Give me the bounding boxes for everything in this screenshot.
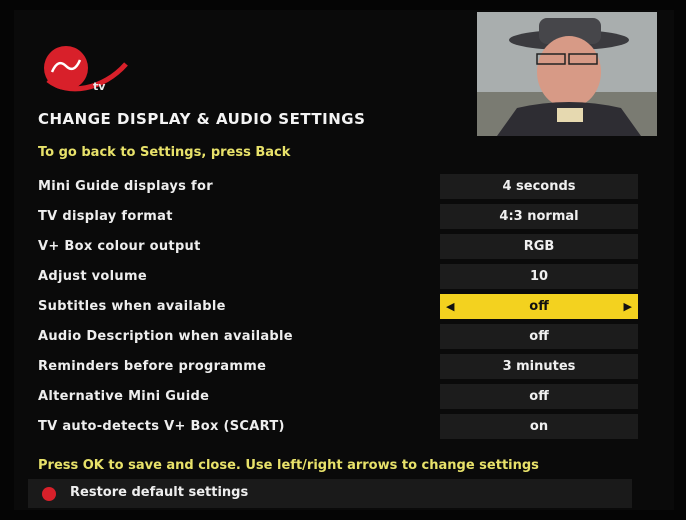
setting-label: TV auto-detects V+ Box (SCART) (38, 419, 285, 434)
setting-value[interactable]: 4 seconds (440, 174, 638, 199)
live-tv-preview (477, 12, 657, 136)
setting-value[interactable]: 3 minutes (440, 354, 638, 379)
setting-value-text: on (529, 419, 549, 434)
page-title: CHANGE DISPLAY & AUDIO SETTINGS (38, 110, 366, 128)
restore-defaults-button[interactable]: Restore default settings (28, 479, 632, 508)
setting-value-text: 4:3 normal (499, 209, 579, 224)
setting-value[interactable]: off ◀ ▶ (440, 294, 638, 319)
setting-value[interactable]: off (440, 384, 638, 409)
setting-label: TV display format (38, 209, 173, 224)
setting-label: Reminders before programme (38, 359, 267, 374)
setting-row[interactable]: Mini Guide displays for 4 seconds (28, 174, 640, 200)
setting-value-text: off (529, 389, 549, 404)
setting-row[interactable]: V+ Box colour output RGB (28, 234, 640, 260)
back-hint: To go back to Settings, press Back (38, 145, 291, 160)
setting-value-text: off (529, 299, 549, 314)
setting-row[interactable]: Subtitles when available off ◀ ▶ (28, 294, 640, 320)
red-circle-icon (42, 487, 56, 501)
footer-hint: Press OK to save and close. Use left/rig… (38, 458, 539, 473)
setting-row[interactable]: Alternative Mini Guide off (28, 384, 640, 410)
left-arrow-icon[interactable]: ◀ (446, 294, 454, 319)
setting-label: V+ Box colour output (38, 239, 201, 254)
setting-row[interactable]: Reminders before programme 3 minutes (28, 354, 640, 380)
right-arrow-icon[interactable]: ▶ (624, 294, 632, 319)
setting-value-text: 4 seconds (502, 179, 576, 194)
setting-row[interactable]: Adjust volume 10 (28, 264, 640, 290)
setting-label: Subtitles when available (38, 299, 226, 314)
setting-value[interactable]: RGB (440, 234, 638, 259)
setting-value-text: RGB (523, 239, 555, 254)
presenter-image (477, 12, 657, 136)
setting-value[interactable]: 10 (440, 264, 638, 289)
virgin-tv-logo: tv (38, 46, 133, 118)
setting-label: Adjust volume (38, 269, 147, 284)
setting-row[interactable]: Audio Description when available off (28, 324, 640, 350)
setting-label: Mini Guide displays for (38, 179, 213, 194)
setting-value-text: 3 minutes (502, 359, 576, 374)
setting-label: Alternative Mini Guide (38, 389, 210, 404)
setting-row[interactable]: TV auto-detects V+ Box (SCART) on (28, 414, 640, 440)
tv-screen: tv CHANGE DISPLAY & AUDIO SETTINGS To go… (0, 0, 686, 520)
setting-value[interactable]: off (440, 324, 638, 349)
restore-defaults-label: Restore default settings (70, 485, 249, 500)
setting-value[interactable]: on (440, 414, 638, 439)
tv-label: tv (93, 80, 106, 93)
setting-value-text: off (529, 329, 549, 344)
virgin-logo-icon (44, 46, 128, 92)
setting-value[interactable]: 4:3 normal (440, 204, 638, 229)
setting-label: Audio Description when available (38, 329, 293, 344)
setting-value-text: 10 (529, 269, 549, 284)
setting-row[interactable]: TV display format 4:3 normal (28, 204, 640, 230)
